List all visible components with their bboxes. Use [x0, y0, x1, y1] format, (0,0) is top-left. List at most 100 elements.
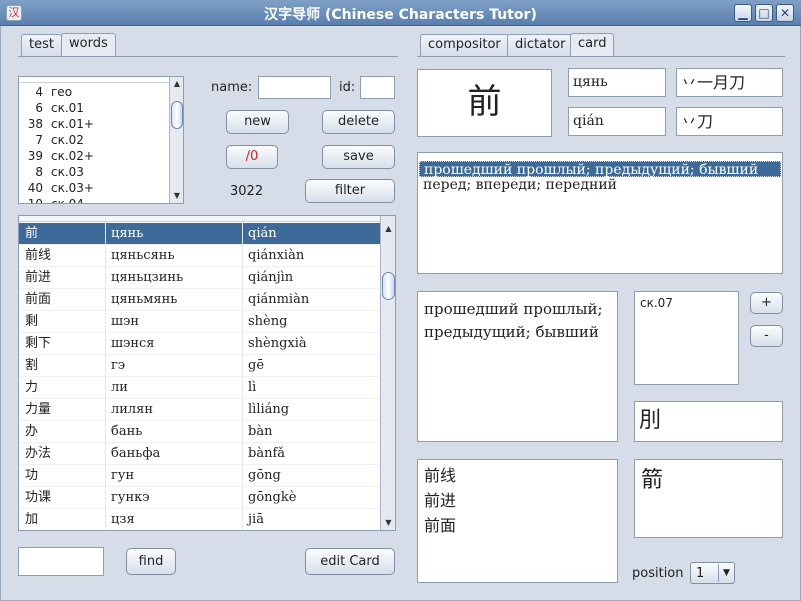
filter-button[interactable]: filter	[305, 179, 395, 203]
scroll-up-icon[interactable]: ▲	[170, 77, 183, 91]
lesson-list-scrollbar[interactable]: ▲ ▼	[169, 77, 183, 203]
pinyin-cell: gē	[248, 358, 265, 373]
cyrillic-cell: цяньмянь	[111, 292, 178, 307]
name-input[interactable]	[258, 76, 331, 99]
table-row[interactable]: 功课 гункэ gōngkè	[19, 487, 380, 509]
components-full-field[interactable]: 丷一月刀	[676, 68, 783, 97]
list-item[interactable]: 10 ск.04	[21, 196, 169, 204]
meanings-list[interactable]: прошедший прошлый; предыдущий; бывший пер…	[417, 152, 783, 274]
lesson-name: ск.03+	[51, 181, 94, 195]
lesson-number: 40	[27, 181, 43, 195]
tab-words[interactable]: words	[61, 33, 116, 56]
cyrillic-cell: цзя	[111, 512, 135, 527]
name-label: name:	[211, 80, 253, 95]
remove-lesson-button[interactable]: -	[750, 325, 783, 347]
hanzi-cell: 剩下	[25, 336, 52, 351]
meaning-detail[interactable]: прошедший прошлый; предыдущий; бывший	[417, 291, 618, 442]
pinyin-cell: gōng	[248, 468, 281, 483]
pinyin-cell: bàn	[248, 424, 273, 439]
table-row[interactable]: 剩下 шэнся shèngxià	[19, 333, 380, 355]
tab-test[interactable]: test	[21, 34, 62, 56]
tab-card[interactable]: card	[570, 33, 615, 56]
table-row[interactable]: 前进 цяньцзинь qiánjìn	[19, 267, 380, 289]
pinyin-field[interactable]: qián	[568, 107, 666, 136]
table-row[interactable]: 剩 шэн shèng	[19, 311, 380, 333]
chevron-down-icon[interactable]: ▼	[718, 564, 734, 582]
window-title: 汉字导师 (Chinese Characters Tutor)	[264, 7, 537, 23]
list-item[interactable]: 前进	[424, 488, 611, 513]
lesson-number: 4	[35, 85, 43, 99]
cyrillic-cell: ли	[111, 380, 128, 395]
add-lesson-button[interactable]: +	[750, 292, 783, 314]
pinyin-cell: gōngkè	[248, 490, 297, 505]
scroll-down-icon[interactable]: ▼	[170, 189, 183, 203]
edit-card-button[interactable]: edit Card	[305, 548, 395, 575]
hanzi-cell: 功课	[25, 490, 52, 505]
tab-compositor[interactable]: compositor	[420, 34, 509, 56]
words-table-scrollbar[interactable]: ▲ ▼	[380, 216, 395, 530]
hanzi-cell: 办	[25, 424, 39, 439]
list-item[interactable]: 38 ск.01+	[21, 116, 169, 132]
table-row[interactable]: 功 гун gōng	[19, 465, 380, 487]
table-row[interactable]: 办法 баньфа bànfǎ	[19, 443, 380, 465]
similar-char-field[interactable]: 箭	[634, 459, 783, 538]
lesson-name: ск.01+	[51, 117, 94, 131]
close-button[interactable]: ✕	[776, 4, 794, 22]
minimize-button[interactable]: ▁	[734, 4, 752, 22]
position-select[interactable]: 1 ▼	[690, 562, 735, 584]
list-item[interactable]: 前线	[424, 463, 611, 488]
new-button[interactable]: new	[226, 110, 289, 134]
find-button[interactable]: find	[126, 548, 176, 575]
meaning-item[interactable]: прошедший прошлый; предыдущий; бывший	[419, 161, 781, 178]
scroll-thumb[interactable]	[382, 272, 395, 300]
list-item[interactable]: 8 ск.03	[21, 164, 169, 180]
lesson-list[interactable]: 4 гео 6 ск.01 38 ск.01+ 7 ск.02 39 ск.02+ 8 ск.03 40…	[18, 76, 184, 204]
list-item[interactable]: 40 ск.03+	[21, 180, 169, 196]
list-item[interactable]: 39 ск.02+	[21, 148, 169, 164]
list-item[interactable]: 6 ск.01	[21, 100, 169, 116]
scroll-thumb[interactable]	[171, 101, 183, 129]
title-bar[interactable]: 汉 汉字导师 (Chinese Characters Tutor) ▁ □ ✕	[0, 0, 801, 26]
pinyin-cell: bànfǎ	[248, 446, 286, 461]
list-item[interactable]: ск.07	[640, 295, 673, 311]
delete-button[interactable]: delete	[322, 110, 395, 134]
meaning-rows: прошедший прошлый; предыдущий; бывший пер…	[419, 161, 781, 193]
search-input[interactable]	[18, 547, 104, 576]
table-row[interactable]: 前线 цяньсянь qiánxiàn	[19, 245, 380, 267]
zero-button[interactable]: /0	[226, 145, 278, 169]
components-short-field[interactable]: 丷刀	[676, 107, 783, 136]
lesson-name: ск.02	[51, 133, 84, 147]
lesson-name: ск.04	[51, 197, 84, 204]
list-item[interactable]: 7 ск.02	[21, 132, 169, 148]
pinyin-cell: lìliáng	[248, 402, 290, 417]
cyrillic-cell: цянь	[111, 226, 144, 241]
words-table[interactable]: 前 цянь qián 前线 цяньсянь qiánxiàn 前进 цяньцзинь qi…	[18, 215, 396, 531]
save-button[interactable]: save	[322, 145, 395, 169]
cyrillic-cell: бань	[111, 424, 143, 439]
scroll-down-icon[interactable]: ▼	[381, 516, 395, 530]
id-input[interactable]	[360, 76, 395, 99]
list-header	[19, 77, 169, 83]
table-row[interactable]: 力量 лилян lìliáng	[19, 399, 380, 421]
table-row[interactable]: 办 бань bàn	[19, 421, 380, 443]
table-row[interactable]: 前面 цяньмянь qiánmiàn	[19, 289, 380, 311]
table-row[interactable]: 割 гэ gē	[19, 355, 380, 377]
table-row[interactable]: 力 ли lì	[19, 377, 380, 399]
card-lessons-list[interactable]: ск.07	[634, 291, 739, 385]
card-character: 前	[417, 69, 552, 137]
cyrillic-field[interactable]: цянь	[568, 68, 666, 97]
maximize-button[interactable]: □	[755, 4, 773, 22]
list-item[interactable]: 4 гео	[21, 84, 169, 100]
tab-dictator[interactable]: dictator	[507, 34, 574, 56]
list-item[interactable]: 前面	[424, 513, 611, 538]
compounds-list[interactable]: 前线 前进 前面	[417, 459, 618, 583]
scroll-up-icon[interactable]: ▲	[381, 222, 395, 236]
meaning-item[interactable]: перед; впереди; передний	[419, 177, 781, 193]
position-value: 1	[696, 566, 705, 581]
lesson-number: 10	[27, 197, 43, 204]
table-row[interactable]: 加 цзя jiā	[19, 509, 380, 530]
hanzi-cell: 前	[25, 226, 39, 241]
related-char-field[interactable]: 刖	[634, 401, 783, 442]
table-row[interactable]: 前 цянь qián	[19, 223, 380, 245]
lesson-rows: 4 гео 6 ск.01 38 ск.01+ 7 ск.02 39 ск.02+ 8 ск.03 40…	[21, 84, 169, 204]
